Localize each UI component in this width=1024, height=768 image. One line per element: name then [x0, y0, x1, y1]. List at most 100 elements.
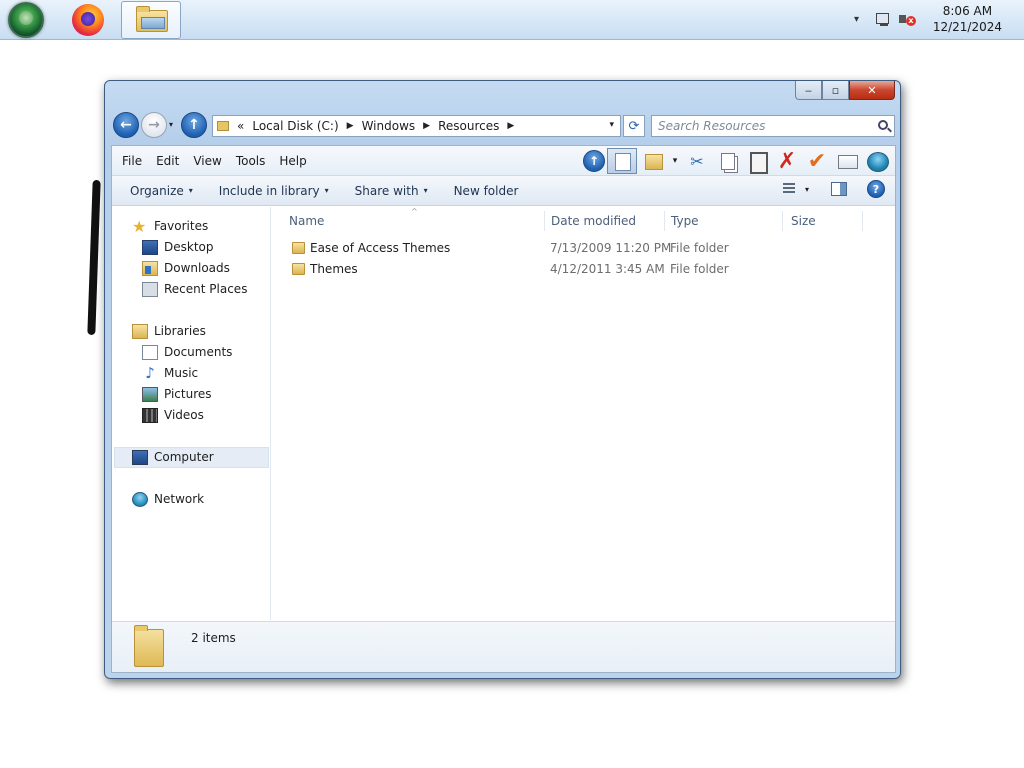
include-in-library-button[interactable]: Include in library ▾: [219, 184, 329, 198]
downloads-icon: [142, 260, 158, 276]
minimize-button[interactable]: ‒: [795, 81, 822, 100]
menu-help[interactable]: Help: [272, 154, 313, 168]
chevron-down-icon[interactable]: ▾: [669, 148, 681, 174]
view-controls: ▾ ?: [782, 180, 885, 198]
item-count: 2 items: [191, 631, 236, 645]
nav-libraries-label: Libraries: [154, 324, 206, 338]
volume-muted-icon[interactable]: x: [898, 11, 916, 29]
file-type: File folder: [670, 262, 729, 276]
column-header-name[interactable]: Name: [282, 207, 542, 233]
organize-label: Organize: [130, 183, 184, 198]
copy-icon[interactable]: [713, 148, 741, 174]
breadcrumb-local-disk[interactable]: Local Disk (C:): [252, 119, 338, 133]
search-placeholder: Search Resources: [658, 119, 766, 133]
start-button[interactable]: [8, 2, 44, 38]
nav-music[interactable]: ♪ Music: [142, 363, 198, 383]
show-hidden-icons-button[interactable]: ▾: [854, 14, 859, 25]
share-with-button[interactable]: Share with ▾: [355, 184, 428, 198]
menu-view[interactable]: View: [186, 154, 228, 168]
cut-icon[interactable]: ✂: [683, 148, 711, 174]
black-scribble-mark: [87, 179, 101, 336]
address-bar[interactable]: « Local Disk (C:) ▶ Windows ▶ Resources …: [212, 115, 621, 137]
up-folder-icon[interactable]: ↑: [583, 150, 605, 172]
delete-icon[interactable]: ✗: [773, 148, 801, 174]
address-overflow[interactable]: «: [237, 119, 244, 133]
include-in-library-label: Include in library: [218, 183, 320, 198]
file-name: Themes: [310, 262, 358, 276]
search-icon[interactable]: [878, 120, 888, 130]
nav-pictures[interactable]: Pictures: [142, 384, 212, 404]
column-divider[interactable]: [862, 211, 863, 231]
recent-pages-dropdown[interactable]: ▾: [169, 120, 173, 129]
nav-documents-label: Documents: [164, 345, 233, 359]
nav-desktop[interactable]: Desktop: [142, 237, 214, 257]
new-folder-button[interactable]: New folder: [454, 184, 519, 198]
column-header-size[interactable]: Size: [784, 207, 860, 233]
folder-icon: [217, 121, 229, 131]
menu-file[interactable]: File: [115, 154, 149, 168]
column-divider[interactable]: [782, 211, 783, 231]
preview-pane-icon[interactable]: [831, 182, 847, 196]
taskbar: ▾ x 8:06 AM 12/21/2024: [0, 0, 1024, 40]
breadcrumb-resources[interactable]: Resources: [438, 119, 499, 133]
organize-button[interactable]: Organize ▾: [130, 184, 193, 198]
refresh-button[interactable]: ⟳: [623, 115, 645, 137]
table-row[interactable]: Themes 4/12/2011 3:45 AM File folder: [272, 259, 872, 280]
folders-pane-icon[interactable]: [607, 148, 637, 174]
chevron-down-icon: ▾: [324, 186, 329, 195]
folder-icon: [136, 6, 168, 32]
up-button[interactable]: ↑: [181, 112, 207, 138]
chevron-down-icon: ▾: [188, 186, 193, 195]
help-icon[interactable]: ?: [867, 180, 885, 198]
recent-places-icon: [142, 281, 158, 297]
nav-documents[interactable]: Documents: [142, 342, 232, 362]
music-icon: ♪: [145, 363, 155, 382]
nav-computer[interactable]: Computer: [132, 447, 214, 467]
clock-time: 8:06 AM: [942, 4, 993, 18]
menu-tools[interactable]: Tools: [229, 154, 273, 168]
nav-recent-places[interactable]: Recent Places: [142, 279, 247, 299]
breadcrumb-arrow-icon[interactable]: ▶: [423, 121, 430, 131]
nav-desktop-label: Desktop: [164, 240, 214, 254]
network-icon: [132, 491, 148, 507]
breadcrumb-arrow-icon[interactable]: ▶: [347, 121, 354, 131]
file-date-modified: 7/13/2009 11:20 PM: [550, 241, 672, 255]
back-button[interactable]: ←: [113, 112, 139, 138]
address-dropdown[interactable]: ▾: [609, 120, 614, 130]
nav-videos[interactable]: Videos: [142, 405, 204, 425]
muted-badge: x: [906, 16, 916, 26]
breadcrumb-windows[interactable]: Windows: [362, 119, 416, 133]
view-options-dropdown[interactable]: ▾: [805, 185, 809, 194]
checkmark-icon[interactable]: ✔: [803, 148, 831, 174]
firefox-taskbar-icon[interactable]: [72, 4, 104, 36]
nav-music-label: Music: [164, 366, 199, 380]
breadcrumb-arrow-icon[interactable]: ▶: [507, 121, 514, 131]
explorer-taskbar-button[interactable]: [121, 1, 181, 39]
file-type: File folder: [670, 241, 729, 255]
change-view-icon[interactable]: [782, 182, 799, 196]
menu-edit[interactable]: Edit: [149, 154, 186, 168]
clock[interactable]: 8:06 AM 12/21/2024: [933, 3, 1002, 35]
globe-icon[interactable]: [863, 148, 891, 174]
nav-libraries[interactable]: Libraries: [132, 321, 206, 341]
column-header-type[interactable]: Type: [664, 207, 782, 233]
file-date-modified: 4/12/2011 3:45 AM: [550, 262, 665, 276]
nav-favorites[interactable]: ★ Favorites: [132, 216, 208, 236]
nav-downloads[interactable]: Downloads: [142, 258, 230, 278]
folder-options-icon[interactable]: [639, 148, 667, 174]
nav-favorites-label: Favorites: [154, 219, 209, 233]
close-button[interactable]: ✕: [849, 81, 895, 100]
clock-date: 12/21/2024: [932, 20, 1002, 34]
details-pane: 2 items: [112, 621, 895, 672]
pictures-icon: [142, 386, 158, 402]
forward-button[interactable]: →: [141, 112, 167, 138]
maximize-button[interactable]: ▫: [822, 81, 849, 100]
table-row[interactable]: Ease of Access Themes 7/13/2009 11:20 PM…: [272, 238, 872, 259]
properties-icon[interactable]: [833, 148, 861, 174]
nav-network[interactable]: Network: [132, 489, 204, 509]
network-icon[interactable]: [876, 11, 892, 27]
search-input[interactable]: Search Resources: [651, 115, 895, 137]
paste-icon[interactable]: [743, 148, 771, 174]
nav-pictures-label: Pictures: [164, 387, 212, 401]
column-header-date-modified[interactable]: Date modified: [544, 207, 664, 233]
